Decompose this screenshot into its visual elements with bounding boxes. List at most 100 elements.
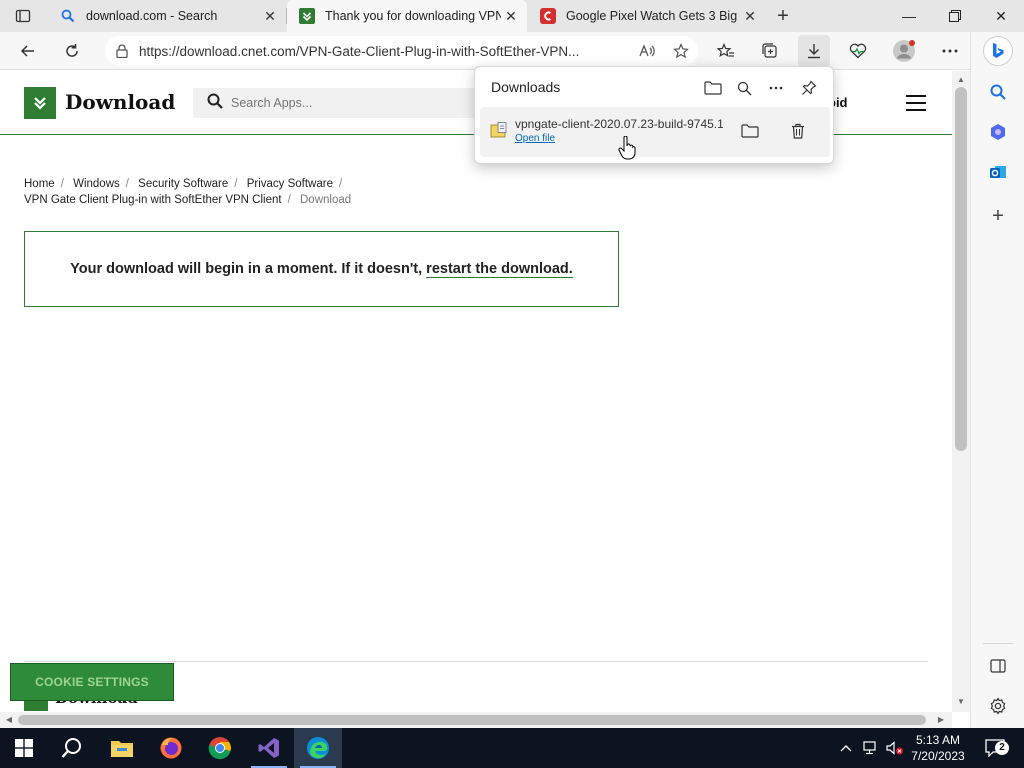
url-text[interactable]: https://download.cnet.com/VPN-Gate-Clien… xyxy=(139,44,630,59)
breadcrumb-separator: / xyxy=(60,178,64,190)
horizontal-scrollbar[interactable]: ◀ ▶ xyxy=(0,712,952,728)
breadcrumb-separator: / xyxy=(125,178,129,190)
hide-sidebar-icon[interactable] xyxy=(984,652,1012,680)
network-icon[interactable] xyxy=(860,728,882,768)
visual-studio-icon[interactable] xyxy=(245,728,293,768)
sidebar-divider xyxy=(983,643,1013,644)
tab-google-pixel[interactable]: Google Pixel Watch Gets 3 Big Modes ✕ xyxy=(528,0,766,32)
cnet-favicon xyxy=(540,8,556,24)
breadcrumb-separator: / xyxy=(338,178,343,190)
restore-button[interactable] xyxy=(932,0,978,32)
tab-thank-you[interactable]: Thank you for downloading VPN Gate Clien… xyxy=(287,0,527,32)
search-downloads-icon[interactable] xyxy=(732,77,756,99)
close-tab-icon[interactable]: ✕ xyxy=(740,6,760,26)
vertical-scrollbar[interactable]: ▲ ▼ xyxy=(952,71,970,712)
windows-taskbar: 5:13 AM 7/20/2023 2 xyxy=(0,728,1024,768)
breadcrumb-product[interactable]: VPN Gate Client Plug-in with SoftEther V… xyxy=(24,194,282,206)
start-windows-icon[interactable] xyxy=(0,728,48,768)
breadcrumb-security-software[interactable]: Security Software xyxy=(138,178,228,190)
scroll-down-arrow-icon[interactable]: ▼ xyxy=(956,697,966,707)
breadcrumb-privacy-software[interactable]: Privacy Software xyxy=(247,178,333,190)
lock-icon[interactable] xyxy=(105,44,139,58)
scroll-right-arrow-icon[interactable]: ▶ xyxy=(936,715,946,725)
bing-copilot-icon[interactable] xyxy=(983,36,1013,66)
footer-divider xyxy=(24,661,928,662)
tab-title: Google Pixel Watch Gets 3 Big Modes xyxy=(566,9,740,23)
search-icon[interactable] xyxy=(984,78,1012,106)
download-logo-icon[interactable] xyxy=(24,87,56,119)
download-notice: Your download will begin in a moment. If… xyxy=(24,231,619,307)
favorite-star-icon[interactable] xyxy=(664,43,698,59)
download-filename[interactable]: vpngate-client-2020.07.23-build-9745.1 xyxy=(515,117,723,131)
close-tab-icon[interactable]: ✕ xyxy=(260,6,280,26)
scroll-up-arrow-icon[interactable]: ▲ xyxy=(956,75,966,85)
installer-file-icon xyxy=(490,121,508,139)
web-page: Download oid Home/ Windows/ Security Sof… xyxy=(0,71,952,712)
minimize-button[interactable]: — xyxy=(886,0,932,32)
tab-title: download.com - Search xyxy=(86,9,218,23)
search-icon xyxy=(60,8,76,24)
firefox-icon[interactable] xyxy=(147,728,195,768)
notification-center-icon[interactable]: 2 xyxy=(978,728,1012,768)
add-sidebar-app-icon[interactable]: + xyxy=(984,202,1012,230)
address-bar[interactable]: https://download.cnet.com/VPN-Gate-Clien… xyxy=(105,36,698,66)
edge-sidebar: + xyxy=(970,32,1024,728)
scroll-left-arrow-icon[interactable]: ◀ xyxy=(4,715,14,725)
show-hidden-icons-chevron-icon[interactable] xyxy=(836,728,856,768)
restart-download-link[interactable]: restart the download. xyxy=(426,261,573,278)
close-tab-icon[interactable]: ✕ xyxy=(501,6,521,26)
site-search-box[interactable] xyxy=(193,88,493,118)
site-search-input[interactable] xyxy=(231,96,471,110)
breadcrumb-separator: / xyxy=(234,178,238,190)
search-icon[interactable] xyxy=(48,728,96,768)
outlook-icon[interactable] xyxy=(984,158,1012,186)
edge-icon[interactable] xyxy=(294,728,342,768)
breadcrumb-home[interactable]: Home xyxy=(24,178,55,190)
tab-download-search[interactable]: download.com - Search ✕ xyxy=(48,0,286,32)
breadcrumb: Home / Windows / Security Software / Privac… xyxy=(24,176,351,208)
more-options-icon[interactable] xyxy=(764,77,788,99)
downloads-panel: Downloads vpngate-client-2020.07.23-buil… xyxy=(474,66,834,164)
back-button[interactable] xyxy=(12,35,44,67)
shopping-icon[interactable] xyxy=(984,118,1012,146)
hand-cursor-icon xyxy=(618,135,636,160)
hamburger-menu-icon[interactable] xyxy=(906,93,926,113)
refresh-button[interactable] xyxy=(56,35,88,67)
breadcrumb-windows[interactable]: Windows xyxy=(73,178,120,190)
horizontal-scroll-thumb[interactable] xyxy=(18,715,926,725)
file-explorer-icon[interactable] xyxy=(98,728,146,768)
volume-muted-icon[interactable] xyxy=(884,728,906,768)
new-tab-button[interactable]: + xyxy=(770,4,796,28)
open-file-link[interactable]: Open file xyxy=(515,133,555,144)
close-window-button[interactable]: ✕ xyxy=(978,0,1024,32)
downloads-title: Downloads xyxy=(491,79,561,95)
open-downloads-folder-icon[interactable] xyxy=(701,77,725,99)
collections-icon[interactable] xyxy=(754,35,786,67)
pin-icon[interactable] xyxy=(797,77,821,99)
downloads-icon[interactable] xyxy=(798,35,830,67)
notification-count-badge: 2 xyxy=(995,741,1009,755)
settings-more-icon[interactable] xyxy=(934,35,966,67)
download-site-favicon xyxy=(299,8,315,24)
delete-trash-icon[interactable] xyxy=(785,119,811,143)
show-in-folder-icon[interactable] xyxy=(737,119,763,143)
site-logo-text[interactable]: Download xyxy=(65,90,175,114)
vertical-scroll-thumb[interactable] xyxy=(955,87,967,451)
browser-essentials-icon[interactable] xyxy=(842,35,874,67)
browser-toolbar: https://download.cnet.com/VPN-Gate-Clien… xyxy=(0,32,1024,70)
cookie-settings-button[interactable]: COOKIE SETTINGS xyxy=(10,663,174,701)
clock-time: 5:13 AM xyxy=(915,733,961,747)
read-aloud-icon[interactable] xyxy=(630,44,664,58)
clock-date: 7/20/2023 xyxy=(911,749,965,763)
download-item[interactable]: vpngate-client-2020.07.23-build-9745.1 O… xyxy=(480,107,830,157)
notice-text: Your download will begin in a moment. If… xyxy=(70,261,423,277)
tab-actions-icon[interactable] xyxy=(8,4,38,28)
system-clock[interactable]: 5:13 AM 7/20/2023 xyxy=(905,732,971,764)
favorites-icon[interactable] xyxy=(710,35,742,67)
tab-title: Thank you for downloading VPN Gate Clien… xyxy=(325,9,501,23)
chrome-icon[interactable] xyxy=(196,728,244,768)
breadcrumb-current: Download xyxy=(300,194,352,206)
tab-strip: download.com - Search ✕ Thank you for do… xyxy=(0,0,1024,32)
sidebar-settings-icon[interactable] xyxy=(984,692,1012,720)
profile-avatar[interactable] xyxy=(888,35,920,67)
